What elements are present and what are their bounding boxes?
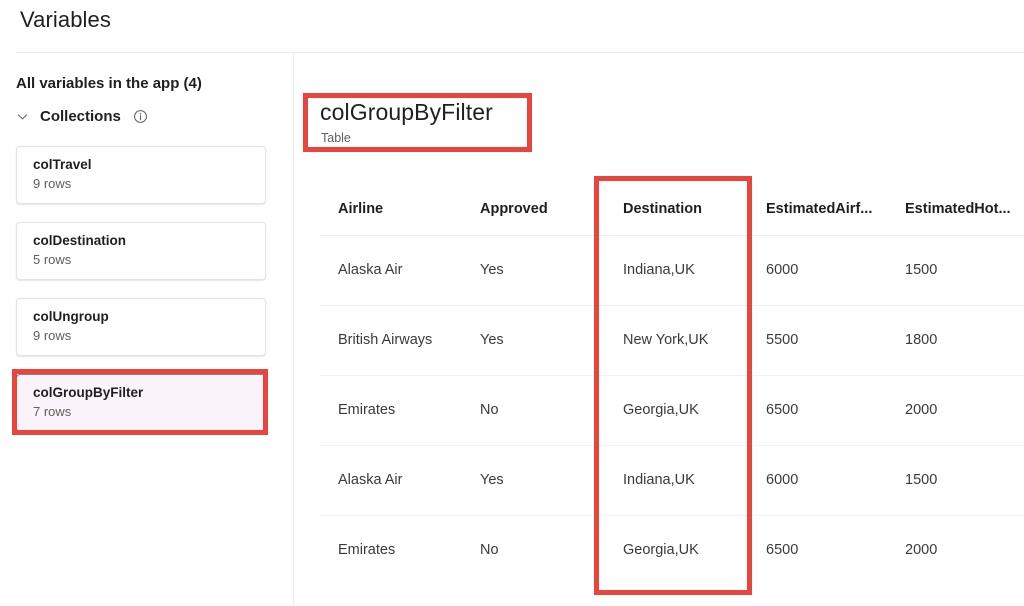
table-header: Airline Approved Destination EstimatedAi…	[320, 183, 1024, 236]
cell-hotel: 2000	[887, 375, 1024, 446]
info-circle-icon[interactable]	[133, 109, 148, 124]
cell-approved: Yes	[462, 305, 605, 376]
collections-group-toggle[interactable]: Collections	[14, 108, 148, 125]
page-title: Variables	[20, 7, 111, 32]
detail-title: colGroupByFilter	[320, 99, 493, 125]
cell-approved: No	[480, 542, 499, 559]
column-header-estimated-airfare[interactable]: EstimatedAirf...	[748, 183, 887, 236]
collections-group-label: Collections	[40, 108, 121, 125]
cell-airfare: 6000	[748, 445, 887, 516]
cell-airfare: 5500	[748, 305, 887, 376]
column-header-destination[interactable]: Destination	[605, 183, 748, 236]
column-header-estimated-hotel[interactable]: EstimatedHot...	[887, 183, 1024, 236]
cell-hotel: 1500	[887, 235, 1024, 306]
collection-name: colTravel	[33, 157, 92, 172]
column-header-approved[interactable]: Approved	[462, 183, 605, 236]
collection-name: colGroupByFilter	[33, 385, 144, 400]
cell-destination: Indiana,UK	[605, 235, 748, 306]
cell-airfare: 6500	[766, 542, 799, 559]
table-header-row: Airline Approved Destination EstimatedAi…	[320, 183, 1024, 236]
list-item[interactable]: colUngroup 9 rows	[16, 298, 266, 356]
chevron-down-icon[interactable]	[14, 109, 30, 125]
cell-airline: British Airways	[320, 305, 462, 376]
variables-panel: Variables All variables in the app (4) C…	[0, 0, 1024, 606]
variables-sidebar: All variables in the app (4) Collections…	[0, 53, 294, 606]
cell-approved: No	[462, 375, 605, 446]
cell-hotel: 1500	[887, 445, 1024, 516]
variable-detail-panel: colGroupByFilter Table Airline Approved …	[294, 53, 1024, 606]
collection-row-count: 9 rows	[33, 176, 72, 191]
cell-airline: Emirates	[338, 542, 396, 559]
collection-data-table: Airline Approved Destination EstimatedAi…	[320, 183, 1024, 585]
collection-name: colDestination	[33, 233, 127, 248]
cell-destination: New York,UK	[605, 305, 748, 376]
column-header-airline[interactable]: Airline	[320, 183, 462, 236]
cell-destination: Indiana,UK	[605, 445, 748, 516]
list-item[interactable]: colTravel 9 rows	[16, 146, 266, 204]
detail-subtitle: Table	[321, 131, 351, 145]
collection-row-count: 7 rows	[33, 404, 72, 419]
table-row[interactable]: British Airways Yes New York,UK 5500 180…	[320, 305, 1024, 376]
cell-airline: Emirates	[320, 375, 462, 446]
cell-airline: Alaska Air	[320, 235, 462, 306]
collection-name: colUngroup	[33, 309, 109, 324]
table-row[interactable]: Alaska Air Yes Indiana,UK 6000 1500	[320, 235, 1024, 306]
table-row[interactable]: Emirates No Georgia,UK 6500 2000	[320, 515, 1024, 585]
cell-hotel: 2000	[905, 542, 938, 559]
list-item[interactable]: colDestination 5 rows	[16, 222, 266, 280]
cell-destination: Georgia,UK	[623, 542, 699, 559]
sidebar-heading: All variables in the app (4)	[16, 75, 202, 92]
cell-destination: Georgia,UK	[605, 375, 748, 446]
cell-approved: Yes	[462, 445, 605, 516]
table-row[interactable]: Alaska Air Yes Indiana,UK 6000 1500	[320, 445, 1024, 516]
collections-list: colTravel 9 rows colDestination 5 rows c…	[16, 146, 266, 450]
table-body: Alaska Air Yes Indiana,UK 6000 1500 Brit…	[320, 235, 1024, 585]
cell-airfare: 6000	[748, 235, 887, 306]
collection-row-count: 5 rows	[33, 252, 72, 267]
cell-airfare: 6500	[748, 375, 887, 446]
cell-approved: Yes	[462, 235, 605, 306]
cell-hotel: 1800	[887, 305, 1024, 376]
list-item-selected[interactable]: colGroupByFilter 7 rows	[16, 374, 266, 432]
table-row[interactable]: Emirates No Georgia,UK 6500 2000	[320, 375, 1024, 446]
cell-airline: Alaska Air	[320, 445, 462, 516]
collection-row-count: 9 rows	[33, 328, 72, 343]
